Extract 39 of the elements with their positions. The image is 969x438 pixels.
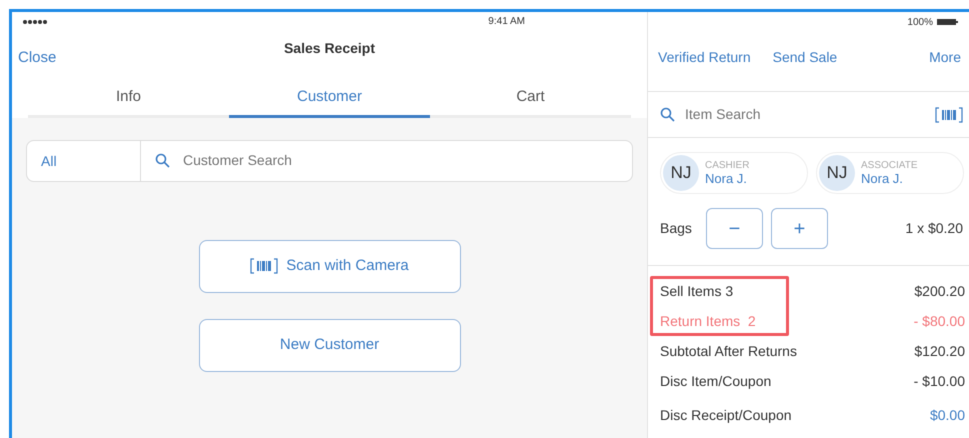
bags-label: Bags [660, 219, 693, 238]
summary-label: Sell Items 3 [660, 282, 734, 300]
staff-chip[interactable]: NJ CASHIER Nora J. [660, 152, 808, 194]
summary-label: Disc Item/Coupon [660, 372, 772, 391]
barcode-icon[interactable] [935, 106, 963, 122]
bags-price: 1 x $0.20 [905, 219, 963, 238]
new-customer-button[interactable]: New Customer [198, 318, 460, 372]
decrease-button[interactable]: − [706, 208, 763, 249]
summary-value: $120.20 [914, 342, 965, 360]
action-link[interactable]: Verified Return [658, 47, 751, 68]
scan-camera-button[interactable]: Scan with Camera [198, 240, 460, 292]
summary-label: Subtotal After Returns [660, 342, 797, 360]
status-time: 9:41 AM [488, 15, 525, 29]
increase-button[interactable]: + [771, 208, 828, 249]
staff-role: CASHIER [705, 161, 750, 171]
customer-search-field[interactable]: Customer Search [141, 140, 633, 182]
staff-chip[interactable]: NJ ASSOCIATE Nora J. [816, 152, 964, 194]
battery-percent: 100% [907, 16, 933, 30]
action-link[interactable]: Send Sale [772, 47, 838, 68]
tab[interactable]: Info [28, 82, 229, 118]
tab[interactable]: Cart [430, 82, 631, 118]
summary-value: $200.20 [914, 282, 965, 300]
window-title: Sales Receipt [282, 39, 376, 58]
staff-name: Nora J. [705, 172, 748, 185]
close-link[interactable]: Close [18, 47, 56, 70]
summary-value[interactable]: $0.00 [930, 404, 965, 426]
staff-role: ASSOCIATE [861, 161, 918, 171]
summary-label: Disc Receipt/Coupon [660, 406, 792, 425]
barcode-icon [250, 258, 278, 274]
battery-icon [937, 18, 959, 26]
staff-name: Nora J. [861, 172, 904, 185]
filter-dropdown[interactable]: All [26, 140, 141, 182]
avatar-initials: NJ [663, 155, 699, 191]
search-icon [660, 107, 675, 122]
summary-value: - $10.00 [914, 372, 965, 390]
summary-label: Return Items 2 [660, 312, 756, 330]
summary-value: - $80.00 [914, 312, 965, 330]
avatar-initials: NJ [819, 155, 855, 191]
action-link[interactable]: More [929, 47, 961, 68]
